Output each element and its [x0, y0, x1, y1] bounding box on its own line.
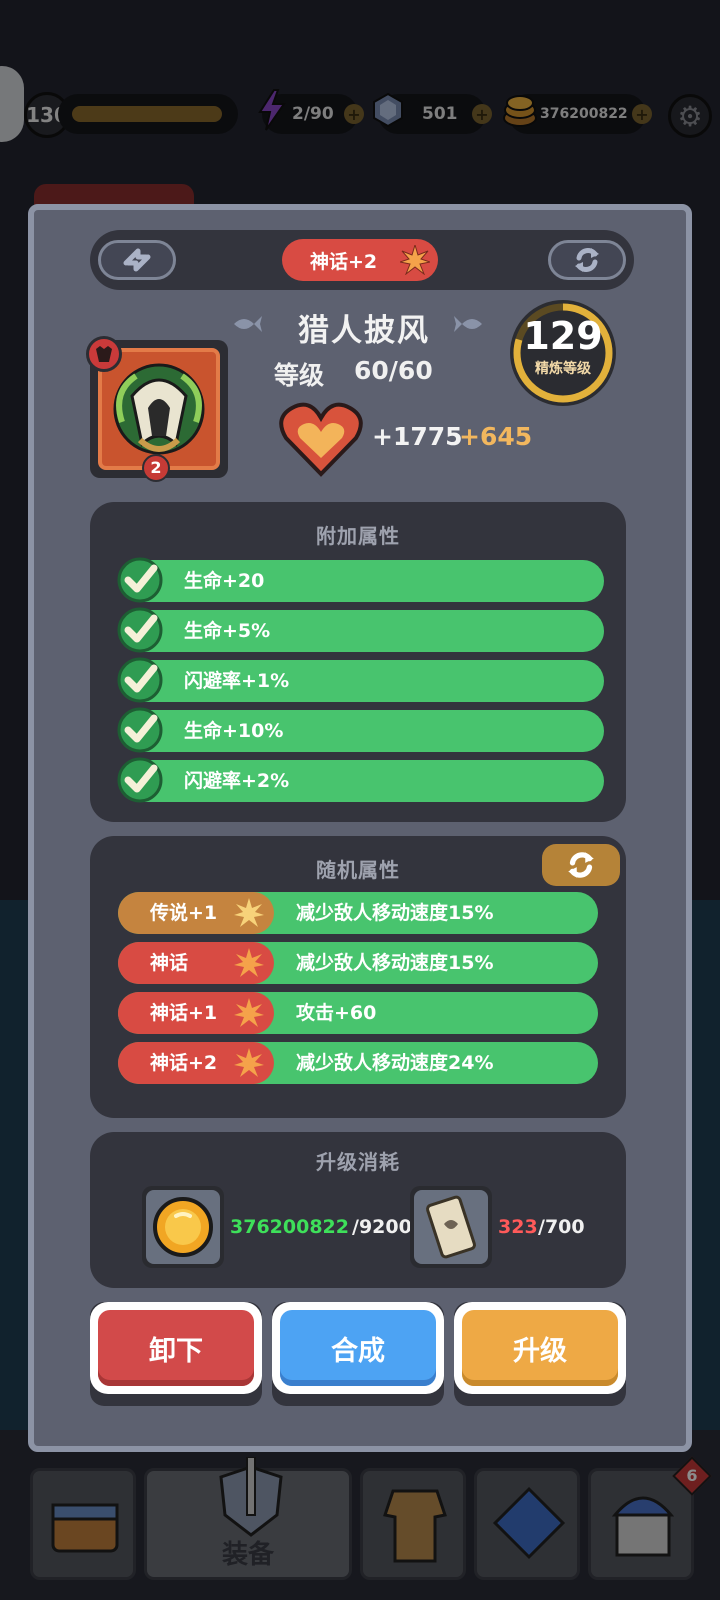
unequip-button[interactable]: 卸下	[90, 1302, 262, 1394]
fish-ornament-left-icon	[234, 316, 262, 332]
item-header-strip: 神话+2	[90, 230, 634, 290]
random-attribute-text: 攻击+60	[296, 1002, 377, 1024]
rank-text: 神话+2	[310, 250, 378, 273]
refine-level-value: 129	[523, 314, 603, 358]
extra-attribute-text: 闪避率+2%	[184, 770, 290, 792]
mythic-burst-icon	[234, 1048, 264, 1077]
reroll-icon	[568, 852, 594, 878]
mythic-burst-icon	[234, 948, 264, 977]
extra-attribute-row: 生命+10%	[117, 707, 604, 753]
mythic-burst-icon	[234, 998, 264, 1027]
random-attribute-row: 神话+2 减少敌人移动速度24%	[118, 1042, 598, 1084]
random-attribute-tag-text: 神话+2	[150, 1052, 218, 1074]
scroll-need-value: /700	[538, 1216, 585, 1238]
item-detail-panel: 神话+2 猎人披风 2 等级 60/60 +1775 +645 129 精炼等级…	[28, 204, 692, 1452]
random-attribute-row: 神话 减少敌人移动速度15%	[118, 942, 598, 984]
gold-need-value: /9200	[352, 1216, 410, 1238]
random-attribute-row: 传说+1 减少敌人移动速度15%	[118, 892, 598, 934]
cycle-icon	[575, 248, 599, 272]
random-attribute-text: 减少敌人移动速度24%	[296, 1052, 494, 1074]
hp-bonus-value: +645	[459, 422, 533, 451]
gold-cost-icon-bg	[146, 1190, 220, 1264]
refine-level-badge: 129 精炼等级	[510, 300, 616, 406]
extra-attribute-text: 生命+5%	[184, 620, 271, 642]
extra-attribute-row: 闪避率+2%	[117, 757, 604, 803]
extra-attribute-text: 生命+20	[184, 570, 265, 592]
extra-attributes-title: 附加属性	[316, 524, 400, 548]
equipment-type-badge	[86, 336, 122, 372]
unequip-button-label: 卸下	[98, 1310, 254, 1386]
cycle-right-button[interactable]	[548, 240, 626, 280]
gold-coin-icon	[153, 1197, 213, 1257]
unequip-button-wrap: 卸下	[90, 1302, 262, 1406]
extra-attribute-row: 闪避率+1%	[117, 657, 604, 703]
upgrade-cost-section: 升级消耗 376200822 /9200 323 /700	[90, 1132, 626, 1288]
cape-type-icon	[96, 346, 112, 362]
upgrade-scroll-icon	[426, 1195, 476, 1259]
gold-have-value: 376200822	[230, 1216, 349, 1238]
item-count-badge: 2	[142, 454, 170, 482]
merge-button-wrap: 合成	[272, 1302, 444, 1406]
check-icon	[117, 657, 163, 703]
upgrade-button-label: 升级	[462, 1310, 618, 1386]
fish-ornament-right-icon	[454, 316, 482, 332]
hp-base-value: +1775	[372, 422, 463, 451]
random-attribute-text: 减少敌人移动速度15%	[296, 902, 494, 924]
level-value: 60/60	[354, 356, 433, 385]
refine-level-label: 精炼等级	[535, 361, 591, 377]
random-attributes-section: 随机属性 传说+1 减少敌人移动速度15% 神话 减少敌人移动速度15% 神话+…	[90, 836, 626, 1118]
legend-burst-icon	[234, 898, 264, 927]
extra-attribute-text: 闪避率+1%	[184, 670, 290, 692]
random-attribute-tag-text: 神话	[150, 952, 189, 974]
extra-attribute-text: 生命+10%	[184, 720, 284, 742]
scroll-cost-icon-box	[410, 1186, 492, 1268]
scroll-cost-icon-bg	[414, 1190, 488, 1264]
check-icon	[117, 707, 163, 753]
check-icon	[117, 557, 163, 603]
scroll-have-value: 323	[498, 1216, 538, 1238]
random-attribute-row: 神话+1 攻击+60	[118, 992, 598, 1034]
extra-attribute-row: 生命+5%	[117, 607, 604, 653]
merge-button[interactable]: 合成	[272, 1302, 444, 1394]
upgrade-button[interactable]: 升级	[454, 1302, 626, 1394]
reroll-attributes-button[interactable]	[542, 844, 620, 886]
random-attribute-tag-text: 神话+1	[150, 1002, 218, 1024]
upgrade-button-wrap: 升级	[454, 1302, 626, 1406]
gold-cost-icon-box	[142, 1186, 224, 1268]
check-icon	[117, 757, 163, 803]
random-attribute-tag-text: 传说+1	[150, 902, 218, 924]
level-label: 等级	[274, 361, 325, 390]
hunter-cloak-icon	[113, 363, 205, 455]
heart-icon	[279, 402, 363, 477]
random-attribute-text: 减少敌人移动速度15%	[296, 952, 494, 974]
item-name: 猎人披风	[298, 313, 430, 349]
upgrade-cost-title: 升级消耗	[316, 1150, 400, 1174]
merge-button-label: 合成	[280, 1310, 436, 1386]
swap-left-button[interactable]	[98, 240, 176, 280]
mythic-burst-icon	[400, 245, 430, 275]
swap-arrows-icon	[123, 248, 151, 272]
rank-badge: 神话+2	[282, 239, 438, 281]
extra-attribute-row: 生命+20	[117, 557, 604, 603]
extra-attributes-section: 附加属性 生命+20 生命+5% 闪避率+1% 生命+10% 闪避率+2%	[90, 502, 626, 822]
check-icon	[117, 607, 163, 653]
